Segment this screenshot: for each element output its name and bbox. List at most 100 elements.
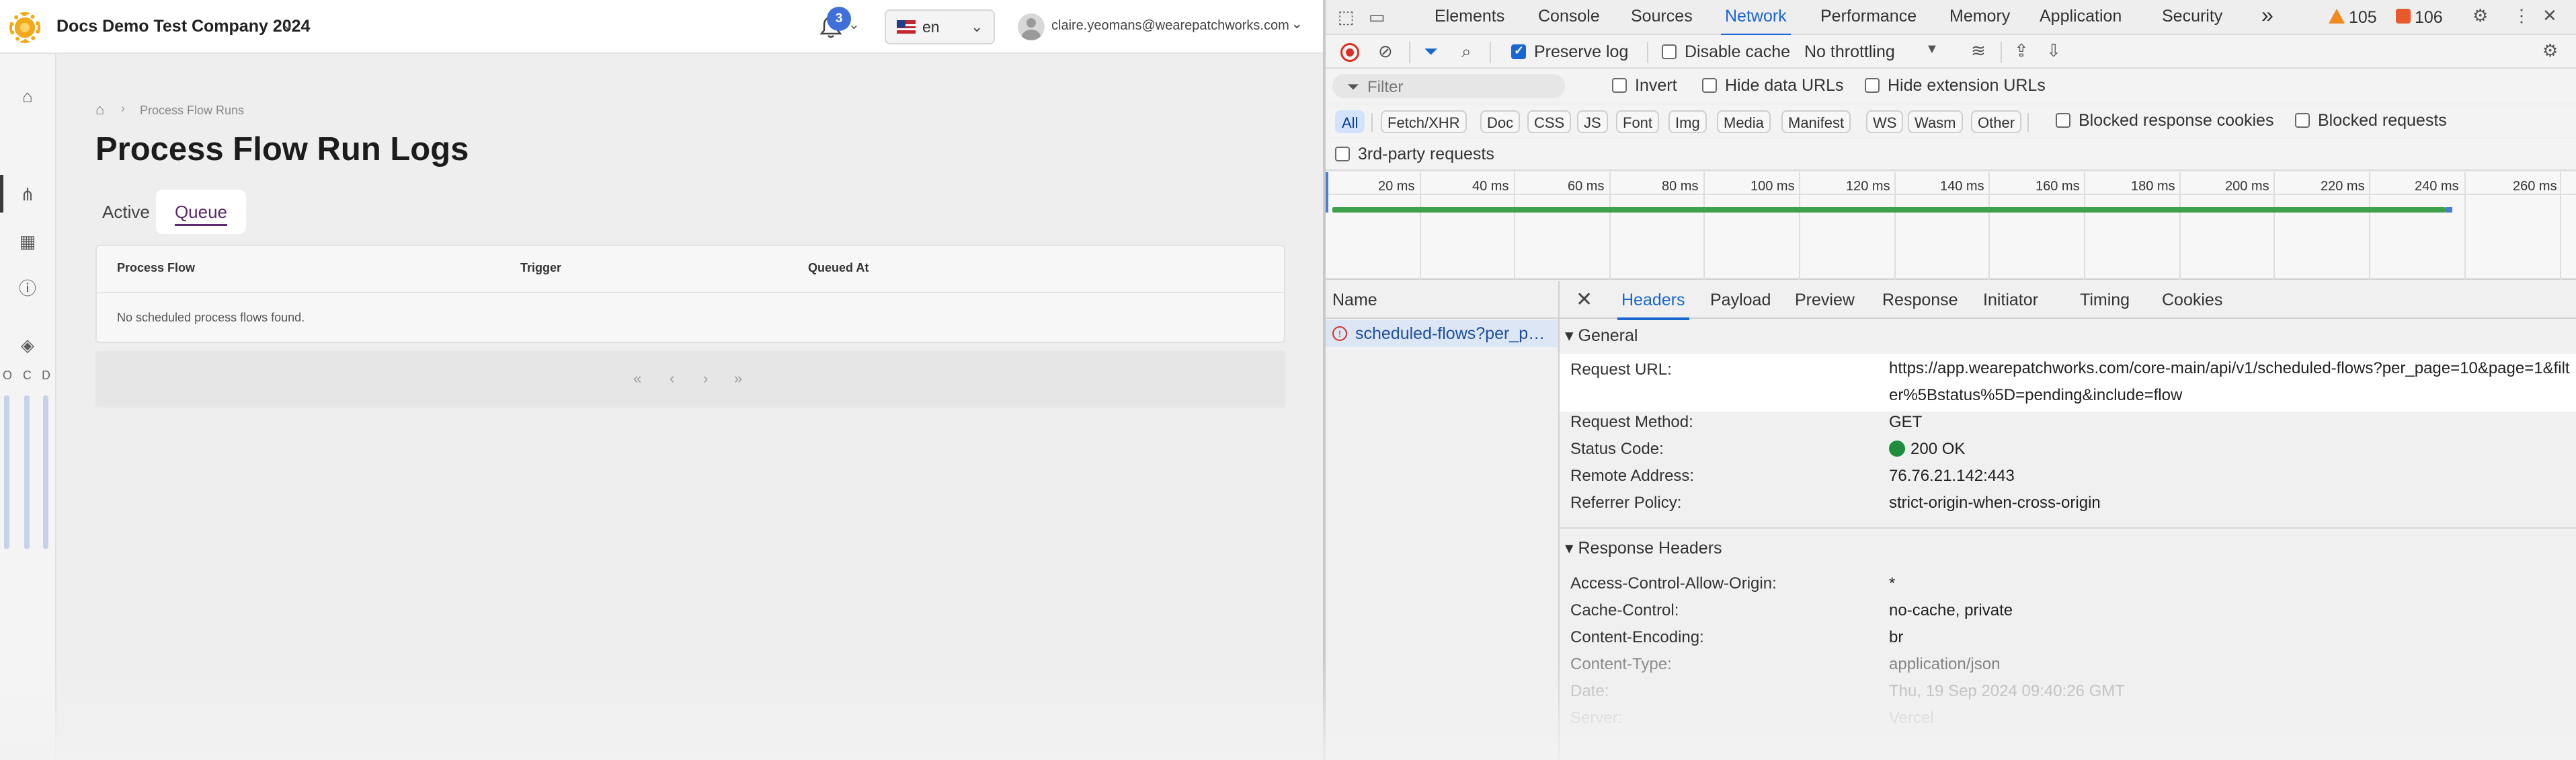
network-conditions-icon[interactable]: ≋ <box>1971 40 1986 61</box>
general-section-header[interactable]: ▾ General <box>1565 326 1638 346</box>
type-wasm[interactable]: Wasm <box>1908 110 1963 133</box>
nav-letter[interactable]: O <box>3 369 12 383</box>
type-css[interactable]: CSS <box>1527 110 1572 133</box>
close-icon[interactable]: ✕ <box>1576 288 1593 311</box>
preserve-log-label[interactable]: Preserve log <box>1534 42 1628 62</box>
invert-checkbox[interactable] <box>1612 78 1627 93</box>
filter-icon[interactable]: ⏷ <box>1424 41 1438 63</box>
tab-active[interactable]: Active <box>102 191 156 233</box>
process-flows-icon[interactable]: ⋔ <box>15 182 40 207</box>
more-tabs-button[interactable]: » <box>2261 3 2273 28</box>
status-code-value[interactable]: 200 OK <box>1910 440 1965 459</box>
disable-cache-checkbox[interactable] <box>1662 44 1677 59</box>
chevron-down-icon[interactable]: ⌄ <box>281 15 294 34</box>
type-js[interactable]: JS <box>1577 110 1608 133</box>
gear-icon[interactable]: ⚙ <box>2472 5 2488 26</box>
nav-letter[interactable]: D <box>42 369 50 383</box>
name-column-header[interactable]: Name <box>1332 291 1377 310</box>
request-row[interactable]: ! scheduled-flows?per_page=10&page=1&fil… <box>1326 320 1558 347</box>
close-icon[interactable]: ✕ <box>2542 5 2557 26</box>
nav-letter[interactable]: C <box>23 369 32 383</box>
filter-input[interactable]: ⏷ Filter <box>1332 74 1565 98</box>
tab-elements[interactable]: Elements <box>1435 7 1504 26</box>
tab-console[interactable]: Console <box>1538 7 1600 26</box>
type-fetch-xhr[interactable]: Fetch/XHR <box>1381 110 1467 133</box>
hide-data-urls-checkbox[interactable] <box>1702 78 1717 93</box>
chevron-down-icon[interactable]: ⌄ <box>1291 15 1303 32</box>
language-select[interactable]: en ⌄ <box>885 9 995 44</box>
throttling-select[interactable]: No throttling <box>1804 42 1895 62</box>
header-value[interactable]: no-cache, private <box>1889 601 2013 620</box>
type-media[interactable]: Media <box>1717 110 1771 133</box>
blocked-requests-checkbox[interactable] <box>2295 113 2310 128</box>
tab-queue[interactable]: Queue <box>157 191 245 233</box>
warnings-count[interactable]: 105 <box>2349 8 2377 28</box>
home-icon[interactable]: ⌂ <box>95 101 104 118</box>
chevron-down-icon[interactable]: ⌄ <box>848 16 860 33</box>
apps-grid-icon[interactable]: ▦ <box>15 229 40 254</box>
warning-icon[interactable] <box>2329 9 2345 24</box>
import-har-icon[interactable]: ⇪ <box>2014 40 2029 61</box>
third-party-checkbox[interactable] <box>1335 147 1350 161</box>
preserve-log-checkbox[interactable] <box>1511 44 1526 59</box>
header-value[interactable]: Vercel <box>1889 709 1934 728</box>
disable-cache-label[interactable]: Disable cache <box>1685 42 1790 62</box>
tab-performance[interactable]: Performance <box>1820 7 1917 26</box>
tab-preview[interactable]: Preview <box>1795 291 1855 310</box>
export-har-icon[interactable]: ⇩ <box>2046 40 2061 61</box>
breadcrumb[interactable]: Process Flow Runs <box>140 104 244 118</box>
help-icon[interactable]: ⓘ <box>15 276 40 301</box>
type-doc[interactable]: Doc <box>1480 110 1521 133</box>
tab-cookies[interactable]: Cookies <box>2162 291 2222 310</box>
tab-payload[interactable]: Payload <box>1710 291 1771 310</box>
avatar[interactable] <box>1018 13 1045 40</box>
kebab-menu-icon[interactable]: ⋮ <box>2513 5 2530 26</box>
inspect-element-icon[interactable]: ⬚ <box>1338 7 1355 28</box>
hide-extension-urls-checkbox[interactable] <box>1865 78 1880 93</box>
company-name[interactable]: Docs Demo Test Company 2024 <box>56 17 310 36</box>
tab-sources[interactable]: Sources <box>1631 7 1693 26</box>
record-icon[interactable] <box>1340 43 1359 62</box>
issues-icon[interactable] <box>2396 9 2411 24</box>
blocked-response-cookies-checkbox[interactable] <box>2056 113 2070 128</box>
search-icon[interactable]: ⌕ <box>1461 41 1472 63</box>
tab-application[interactable]: Application <box>2040 7 2122 26</box>
tab-initiator[interactable]: Initiator <box>1983 291 2038 310</box>
user-email[interactable]: claire.yeomans@wearepatchworks.com <box>1051 18 1289 34</box>
hide-data-urls-label[interactable]: Hide data URLs <box>1725 76 1843 96</box>
request-url-value[interactable]: https://app.wearepatchworks.com/core-mai… <box>1889 355 2575 409</box>
blocked-response-cookies-label[interactable]: Blocked response cookies <box>2079 111 2273 130</box>
header-value[interactable]: GET <box>1889 413 1922 432</box>
type-font[interactable]: Font <box>1616 110 1660 133</box>
next-page-button[interactable]: › <box>703 370 708 387</box>
type-other[interactable]: Other <box>1971 110 2022 133</box>
request-name[interactable]: scheduled-flows?per_page=10&page=1&filte… <box>1355 324 1554 344</box>
layers-icon[interactable]: ◈ <box>15 332 40 358</box>
response-headers-section-header[interactable]: ▾ Response Headers <box>1565 538 1722 558</box>
invert-label[interactable]: Invert <box>1635 76 1677 96</box>
third-party-label[interactable]: 3rd-party requests <box>1358 145 1494 164</box>
network-timeline[interactable]: 20 ms 40 ms 60 ms 80 ms 100 ms 120 ms 14… <box>1326 172 2576 280</box>
type-all[interactable]: All <box>1335 110 1365 133</box>
header-value[interactable]: br <box>1889 628 1903 647</box>
type-manifest[interactable]: Manifest <box>1781 110 1851 133</box>
caret-down-icon[interactable]: ▼ <box>1925 42 1939 57</box>
header-value[interactable]: application/json <box>1889 655 2000 674</box>
tab-response[interactable]: Response <box>1882 291 1958 310</box>
type-img[interactable]: Img <box>1668 110 1707 133</box>
last-page-button[interactable]: » <box>734 370 742 387</box>
blocked-requests-label[interactable]: Blocked requests <box>2318 111 2447 130</box>
tab-security[interactable]: Security <box>2162 7 2222 26</box>
tab-memory[interactable]: Memory <box>1949 7 2010 26</box>
network-settings-gear-icon[interactable]: ⚙ <box>2542 40 2558 61</box>
header-value[interactable]: 76.76.21.142:443 <box>1889 467 2015 486</box>
tab-timing[interactable]: Timing <box>2080 291 2130 310</box>
first-page-button[interactable]: « <box>633 370 641 387</box>
clear-icon[interactable]: ⊘ <box>1378 41 1393 62</box>
tab-headers[interactable]: Headers <box>1617 291 1689 320</box>
tab-network[interactable]: Network <box>1721 7 1791 36</box>
header-value[interactable]: strict-origin-when-cross-origin <box>1889 494 2101 512</box>
type-ws[interactable]: WS <box>1866 110 1904 133</box>
company-logo[interactable] <box>9 12 40 43</box>
prev-page-button[interactable]: ‹ <box>670 370 674 387</box>
